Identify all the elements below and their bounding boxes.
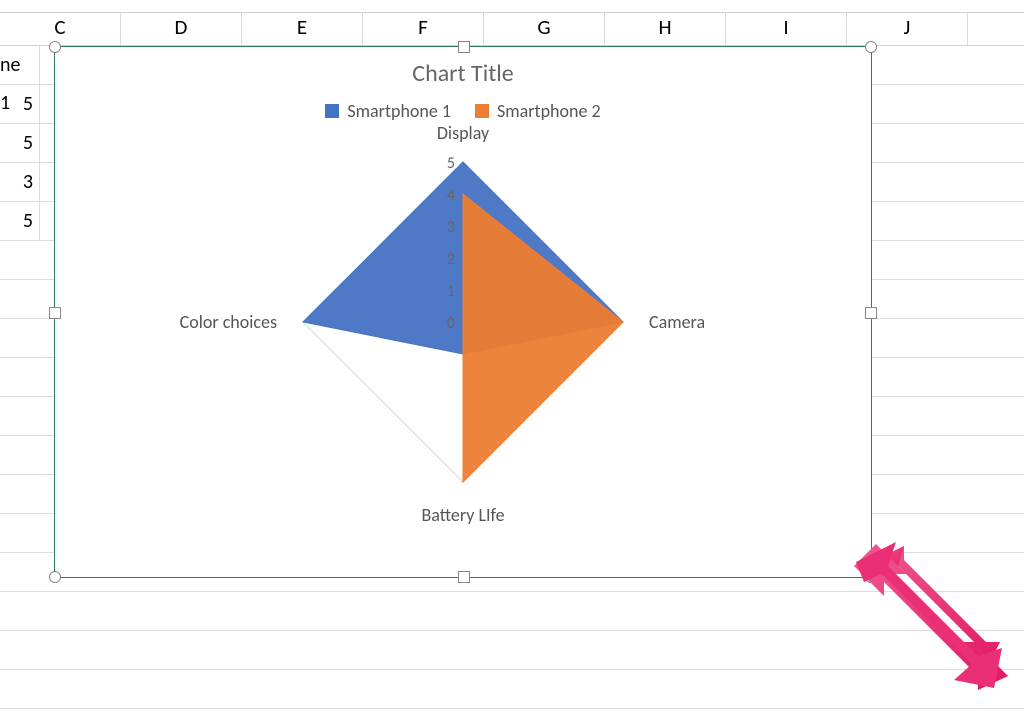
legend-label-1: Smartphone 1 bbox=[347, 100, 451, 122]
svg-text:2: 2 bbox=[447, 250, 455, 269]
cell-r1[interactable]: 5 bbox=[0, 85, 40, 123]
col-head-D[interactable]: D bbox=[121, 13, 242, 45]
axis-label-top: Display bbox=[437, 122, 489, 144]
resize-handle-bl[interactable] bbox=[49, 571, 61, 583]
legend-item-1[interactable]: Smartphone 1 bbox=[325, 100, 451, 122]
legend-swatch-1 bbox=[325, 104, 339, 118]
axis-label-right: Camera bbox=[649, 311, 705, 333]
axis-label-bottom: Battery LIfe bbox=[421, 504, 504, 526]
col-head-G[interactable]: G bbox=[484, 13, 605, 45]
svg-text:4: 4 bbox=[447, 186, 455, 205]
col-head-E[interactable]: E bbox=[242, 13, 363, 45]
resize-handle-tr[interactable] bbox=[865, 41, 877, 53]
svg-text:0: 0 bbox=[447, 314, 455, 333]
col-head-C[interactable]: C bbox=[0, 13, 121, 45]
chart-plot-area[interactable]: 543210 Display Camera Battery LIfe Color… bbox=[55, 122, 871, 522]
resize-handle-tl[interactable] bbox=[49, 41, 61, 53]
legend-item-2[interactable]: Smartphone 2 bbox=[475, 100, 601, 122]
legend-label-2: Smartphone 2 bbox=[497, 100, 601, 122]
chart-title[interactable]: Chart Title bbox=[55, 59, 871, 88]
svg-text:5: 5 bbox=[447, 154, 455, 173]
svg-text:1: 1 bbox=[447, 282, 455, 301]
resize-handle-b[interactable] bbox=[458, 571, 470, 583]
col-head-H[interactable]: H bbox=[605, 13, 726, 45]
cell-r4[interactable]: 5 bbox=[0, 202, 40, 240]
radar-svg: 5 4 3 2 1 0 bbox=[253, 122, 673, 522]
resize-handle-t[interactable] bbox=[458, 41, 470, 53]
col-head-I[interactable]: I bbox=[726, 13, 847, 45]
svg-text:3: 3 bbox=[447, 218, 455, 237]
col-head-J[interactable]: J bbox=[847, 13, 968, 45]
cell-r3[interactable]: 3 bbox=[0, 163, 40, 201]
resize-arrow-icon bbox=[846, 536, 1016, 706]
chart-legend[interactable]: Smartphone 1 Smartphone 2 bbox=[55, 100, 871, 122]
axis-label-left: Color choices bbox=[180, 311, 277, 333]
cell-partial[interactable]: ne 1 bbox=[0, 46, 40, 84]
chart-object[interactable]: Chart Title Smartphone 1 Smartphone 2 5 4… bbox=[54, 46, 872, 578]
cell-r2[interactable]: 5 bbox=[0, 124, 40, 162]
legend-swatch-2 bbox=[475, 104, 489, 118]
